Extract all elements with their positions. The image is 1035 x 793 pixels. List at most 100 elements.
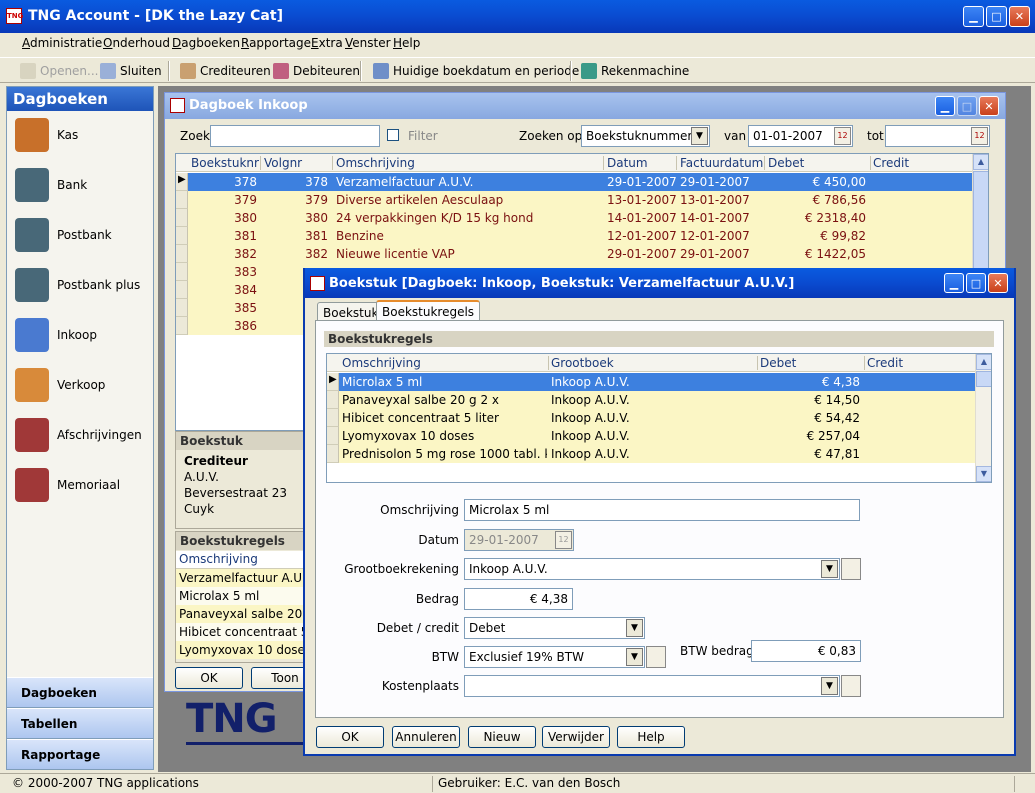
sidebar-item-bank[interactable]: Bank <box>15 165 153 205</box>
col-credit[interactable]: Credit <box>873 156 909 170</box>
col-factuurdatum[interactable]: Factuurdatum <box>680 156 763 170</box>
table-row[interactable]: ▶ 378 378 Verzamelfactuur A.U.V. 29-01-2… <box>176 173 988 191</box>
sidebar-dagboeken-button[interactable]: Dagboeken <box>7 677 153 708</box>
dialog-cancel-button[interactable]: Annuleren <box>392 726 460 748</box>
table-row[interactable]: Hibicet concentraat 5 liter Inkoop A.U.V… <box>327 409 991 427</box>
list-item[interactable]: Microlax 5 ml <box>176 587 304 605</box>
col-datum[interactable]: Datum <box>607 156 648 170</box>
dialog-minimize-button[interactable]: ▁ <box>944 273 964 293</box>
calendar-icon[interactable]: 12 <box>834 127 851 145</box>
sidebar-rapportage-button[interactable]: Rapportage <box>7 739 153 770</box>
debtors-button[interactable]: Debiteuren <box>273 61 360 81</box>
scroll-up-icon[interactable]: ▲ <box>976 354 991 370</box>
table-row[interactable]: 380 380 24 verpakkingen K/D 15 kg hond 1… <box>176 209 988 227</box>
col-volgnr[interactable]: Volgnr <box>264 156 302 170</box>
btw-select[interactable]: Exclusief 19% BTW ▼ <box>464 646 645 668</box>
col-credit[interactable]: Credit <box>867 356 903 370</box>
table-row[interactable]: Panaveyxal salbe 20 g 2 x Inkoop A.U.V. … <box>327 391 991 409</box>
close-button[interactable]: ✕ <box>1009 6 1030 27</box>
scroll-down-icon[interactable]: ▼ <box>976 466 991 482</box>
minimize-button[interactable]: ▁ <box>963 6 984 27</box>
sidebar-item-postbank-plus[interactable]: Postbank plus <box>15 265 153 305</box>
sidebar-tabellen-button[interactable]: Tabellen <box>7 708 153 739</box>
scroll-thumb[interactable] <box>976 371 991 387</box>
table-row[interactable]: ▶ Microlax 5 ml Inkoop A.U.V. € 4,38 <box>327 373 991 391</box>
col-grootboek[interactable]: Grootboek <box>551 356 614 370</box>
dialog-ok-button[interactable]: OK <box>316 726 384 748</box>
table-row[interactable]: 381 381 Benzine 12-01-2007 12-01-2007 € … <box>176 227 988 245</box>
creditor-label: Crediteur <box>184 454 248 468</box>
boekstuk-panel-header: Boekstuk <box>176 432 304 450</box>
maximize-button[interactable]: □ <box>986 6 1007 27</box>
col-omschrijving[interactable]: Omschrijving <box>336 156 415 170</box>
sidebar-item-verkoop[interactable]: Verkoop <box>15 365 153 405</box>
lines-grid-scrollbar[interactable]: ▲ ▼ <box>975 354 991 482</box>
omschrijving-input[interactable]: Microlax 5 ml <box>464 499 860 521</box>
sidebar-item-afschrijvingen[interactable]: Afschrijvingen <box>15 415 153 455</box>
dialog-delete-button[interactable]: Verwijder <box>542 726 610 748</box>
col-omschrijving[interactable]: Omschrijving <box>342 356 421 370</box>
current-period-button[interactable]: Huidige boekdatum en periode <box>373 61 579 81</box>
col-debet[interactable]: Debet <box>760 356 796 370</box>
chevron-down-icon[interactable]: ▼ <box>626 648 643 666</box>
menu-administratie[interactable]: Administratie <box>22 36 102 50</box>
menu-dagboeken[interactable]: Dagboeken <box>172 36 240 50</box>
creditor-street: Beversestraat 23 <box>184 486 288 500</box>
grootboek-select[interactable]: Inkoop A.U.V. ▼ <box>464 558 840 580</box>
table-row[interactable]: Prednisolon 5 mg rose 1000 tabl. komb In… <box>327 445 991 463</box>
tng-app-icon: TNG <box>6 8 23 24</box>
chevron-down-icon[interactable]: ▼ <box>691 127 708 145</box>
toolbar-separator <box>168 61 170 81</box>
folder-open-icon <box>20 63 36 79</box>
menu-help[interactable]: Help <box>393 36 420 50</box>
sidebar: Dagboeken Kas Bank Postbank Postbank plu… <box>6 86 154 770</box>
sidebar-item-kas[interactable]: Kas <box>15 115 153 155</box>
list-item[interactable]: Verzamelfactuur A.U.V. <box>176 569 316 587</box>
search-input[interactable] <box>210 125 380 147</box>
menu-venster[interactable]: Venster <box>345 36 391 50</box>
search-on-select[interactable]: Boekstuknummer ▼ <box>581 125 710 147</box>
from-date-input[interactable]: 01-01-2007 12 <box>748 125 853 147</box>
filter-checkbox[interactable] <box>387 129 399 141</box>
journal-close-button[interactable]: ✕ <box>979 96 999 116</box>
chevron-down-icon[interactable]: ▼ <box>626 619 643 637</box>
sidebar-item-inkoop[interactable]: Inkoop <box>15 315 153 355</box>
table-row[interactable]: 382 382 Nieuwe licentie VAP 29-01-2007 2… <box>176 245 988 263</box>
app-title: TNG Account - [DK the Lazy Cat] <box>28 8 283 24</box>
journal-minimize-button[interactable]: ▁ <box>935 96 955 116</box>
to-date-input[interactable]: 12 <box>885 125 990 147</box>
calculator-button[interactable]: Rekenmachine <box>581 61 689 81</box>
list-item[interactable]: Lyomyxovax 10 doses <box>176 641 311 659</box>
sidebar-item-memoriaal[interactable]: Memoriaal <box>15 465 153 505</box>
calendar-icon[interactable]: 12 <box>971 127 988 145</box>
list-item[interactable]: Hibicet concentraat 5 lit <box>176 623 324 641</box>
chevron-down-icon[interactable]: ▼ <box>821 560 838 578</box>
dialog-help-button[interactable]: Help <box>617 726 685 748</box>
btw-bedrag-input[interactable]: € 0,83 <box>751 640 861 662</box>
journal-ok-button[interactable]: OK <box>175 667 243 689</box>
dialog-close-button[interactable]: ✕ <box>988 273 1008 293</box>
scroll-up-icon[interactable]: ▲ <box>973 154 988 170</box>
debetcredit-select[interactable]: Debet ▼ <box>464 617 645 639</box>
creditors-button[interactable]: Crediteuren <box>180 61 271 81</box>
open-button[interactable]: Openen... <box>20 61 98 81</box>
bank-safe-icon <box>15 168 49 202</box>
menu-rapportage[interactable]: Rapportage <box>241 36 311 50</box>
sidebar-item-postbank[interactable]: Postbank <box>15 215 153 255</box>
kostenplaats-select[interactable]: ▼ <box>464 675 840 697</box>
dialog-maximize-button[interactable]: □ <box>966 273 986 293</box>
dialog-new-button[interactable]: Nieuw <box>468 726 536 748</box>
menu-extra[interactable]: Extra <box>311 36 343 50</box>
table-row[interactable]: 379 379 Diverse artikelen Aesculaap 13-0… <box>176 191 988 209</box>
table-row[interactable]: Lyomyxovax 10 doses Inkoop A.U.V. € 257,… <box>327 427 991 445</box>
col-debet[interactable]: Debet <box>768 156 804 170</box>
lookup-grootboek-icon[interactable] <box>841 558 861 580</box>
chevron-down-icon[interactable]: ▼ <box>821 677 838 695</box>
close-window-button[interactable]: Sluiten <box>100 61 162 81</box>
menu-onderhoud[interactable]: Onderhoud <box>103 36 170 50</box>
bedrag-input[interactable]: € 4,38 <box>464 588 573 610</box>
lookup-btw-icon[interactable] <box>646 646 666 668</box>
col-boekstuknr[interactable]: Boekstuknr <box>191 156 259 170</box>
lookup-kostenplaats-icon[interactable] <box>841 675 861 697</box>
list-item[interactable]: Panaveyxal salbe 20 g 2 <box>176 605 325 623</box>
